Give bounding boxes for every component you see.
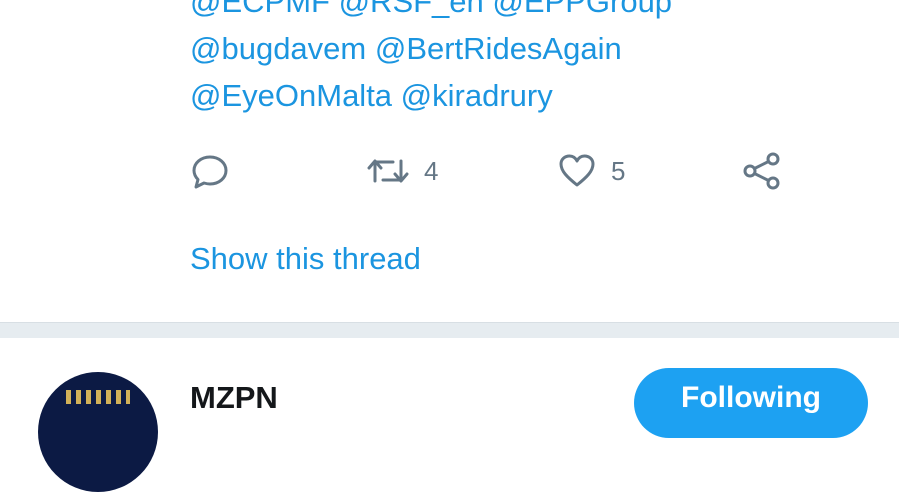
retweet-button[interactable]: 4 — [366, 148, 438, 194]
tweet-actions: 4 5 — [0, 148, 899, 194]
share-button[interactable] — [741, 148, 783, 194]
retweet-icon — [367, 159, 409, 183]
like-button[interactable]: 5 — [557, 148, 625, 194]
avatar[interactable] — [38, 372, 158, 492]
tweet-text: @ECPMF @RSF_en @EPPGroup @bugdavem @Bert… — [190, 0, 890, 119]
tweet-card: @ECPMF @RSF_en @EPPGroup @bugdavem @Bert… — [0, 0, 899, 322]
following-button[interactable]: Following — [634, 368, 868, 438]
like-count: 5 — [611, 155, 626, 186]
crown-icon — [66, 390, 130, 404]
mention-line[interactable]: @ECPMF @RSF_en @EPPGroup — [190, 0, 890, 25]
mention-line[interactable]: @bugdavem @BertRidesAgain — [190, 25, 890, 72]
heart-icon — [559, 154, 595, 187]
next-tweet: MZPN Following — [0, 338, 899, 492]
tweet-divider — [0, 322, 899, 338]
show-thread-link[interactable]: Show this thread — [190, 241, 421, 277]
mention-line[interactable]: @EyeOnMalta @kiradrury — [190, 72, 890, 119]
reply-icon — [192, 155, 228, 189]
retweet-count: 4 — [424, 155, 439, 186]
reply-button[interactable] — [190, 148, 230, 194]
author-name[interactable]: MZPN — [190, 380, 278, 416]
share-icon — [743, 152, 780, 190]
